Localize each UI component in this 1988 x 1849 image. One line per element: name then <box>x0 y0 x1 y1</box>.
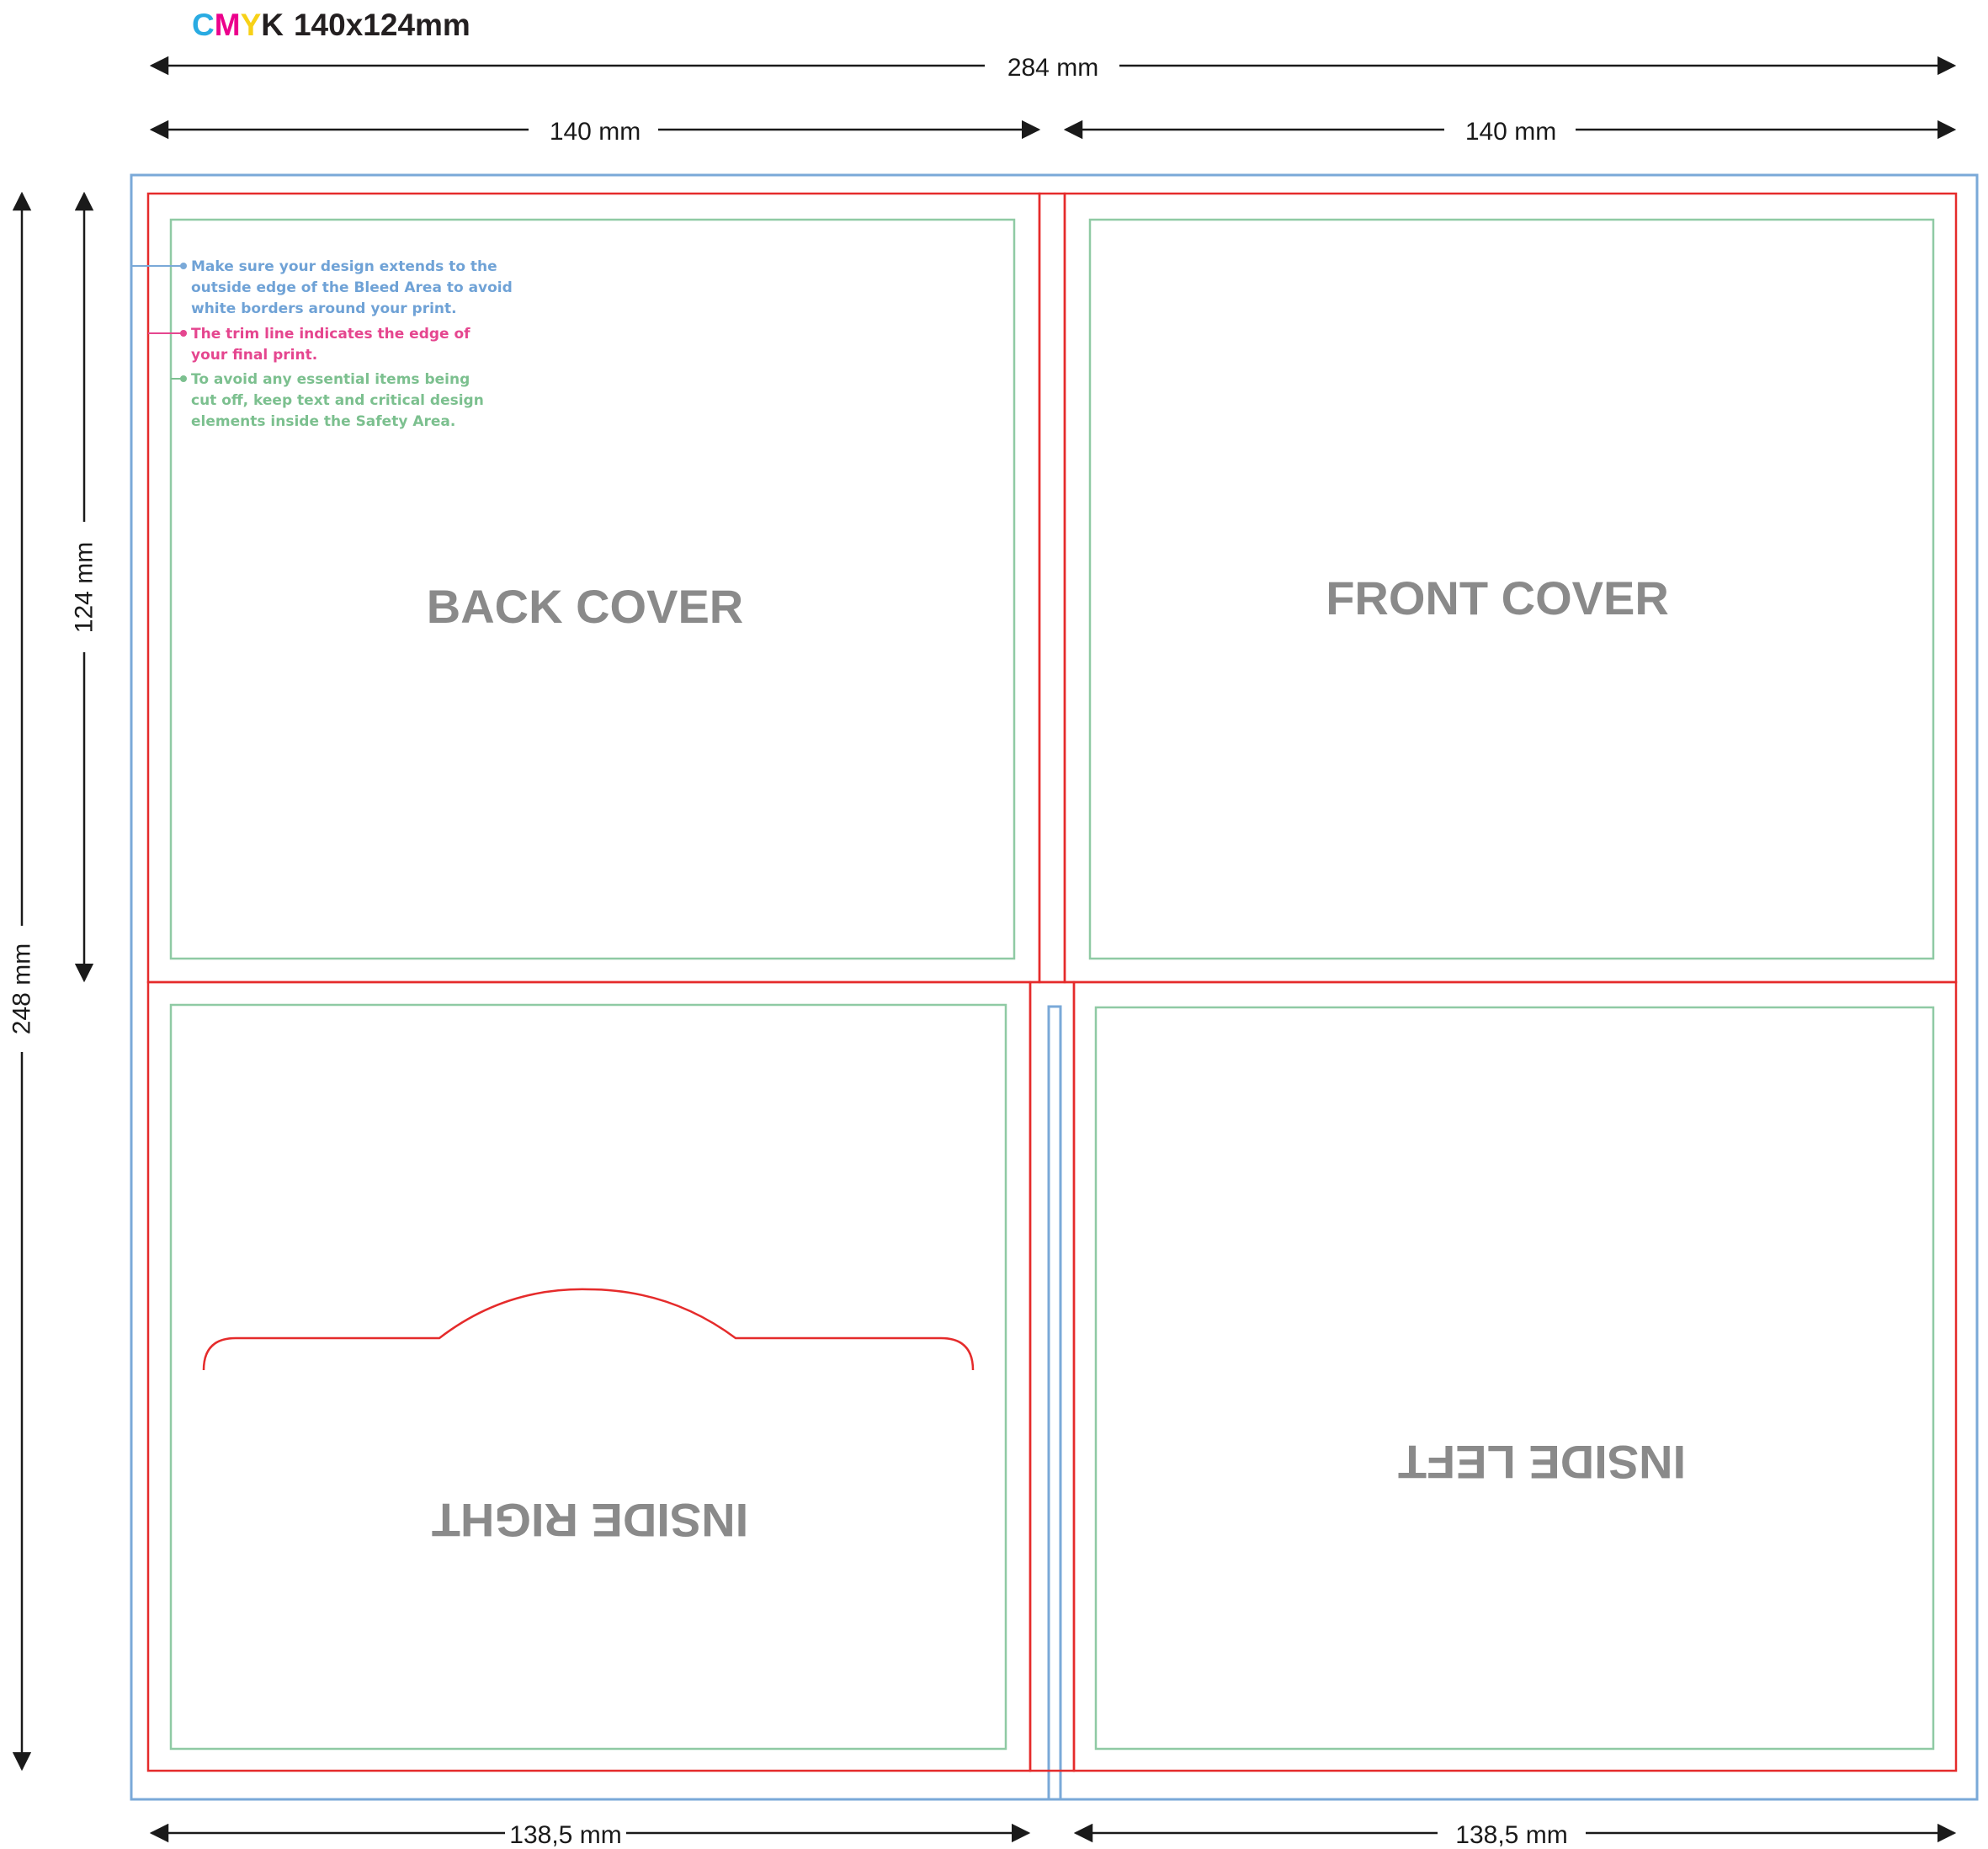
trim-note: The trim line indicates the edge of your… <box>148 326 475 364</box>
back-cover-title: BACK COVER <box>427 580 743 633</box>
bottom-left-dimension: 138,5 mm <box>149 1821 1031 1849</box>
disc-tray-cut-line <box>202 1288 975 1371</box>
total-width-label: 284 mm <box>1007 54 1098 82</box>
svg-text:The trim line indicates the ed: The trim line indicates the edge of your… <box>191 326 475 364</box>
trim-inside-left <box>1072 980 1958 1772</box>
safety-inside-left <box>1094 1006 1935 1751</box>
right-width-label: 140 mm <box>1465 118 1556 146</box>
front-cover-title: FRONT COVER <box>1326 571 1669 624</box>
inside-right-title: INSIDE RIGHT <box>432 1494 748 1547</box>
header-letter-k: K <box>261 8 284 42</box>
trim-inside-right <box>146 980 1032 1772</box>
trim-note-line-1: The trim line indicates the edge of <box>191 326 470 343</box>
svg-text:To avoid any essential items b: To avoid any essential items being cut o… <box>191 371 489 430</box>
header-letter-c: C <box>192 8 215 42</box>
bleed-spine-strip <box>1047 1005 1062 1801</box>
left-width-label: 140 mm <box>550 118 641 146</box>
trim-note-line-2: your final print. <box>191 347 317 364</box>
safety-note: To avoid any essential items being cut o… <box>171 371 489 430</box>
bleed-note-line-2: outside edge of the Bleed Area to avoid <box>191 279 513 296</box>
half-height-label: 124 mm <box>71 542 98 633</box>
total-height-label: 248 mm <box>8 943 36 1034</box>
bleed-note-line-3: white borders around your print. <box>191 300 457 317</box>
trim-lines <box>146 192 1958 1772</box>
svg-text:Make sure your design extends: Make sure your design extends to the out… <box>191 258 518 317</box>
header-label: CMYK 140x124mm <box>192 8 470 42</box>
bottom-left-label: 138,5 mm <box>509 1821 621 1849</box>
header-letter-m: M <box>215 8 241 42</box>
safety-inside-right <box>169 1003 1007 1751</box>
safety-note-line-1: To avoid any essential items being <box>191 371 470 388</box>
header-size-label: 140x124mm <box>294 8 470 42</box>
bottom-right-dimension: 138,5 mm <box>1073 1821 1957 1849</box>
safety-note-line-3: elements inside the Safety Area. <box>191 413 455 430</box>
inside-left-title: INSIDE LEFT <box>1398 1436 1686 1489</box>
bottom-right-label: 138,5 mm <box>1455 1821 1567 1849</box>
safety-note-line-2: cut off, keep text and critical design <box>191 392 484 409</box>
bleed-note: Make sure your design extends to the out… <box>131 258 518 317</box>
total-width-dimension: 284 mm <box>149 54 1957 82</box>
cd-template-diagram: CMYK 140x124mm 284 mm 140 mm 140 mm 248 m… <box>8 8 1979 1849</box>
total-height-dimension: 248 mm <box>8 191 36 1772</box>
half-height-dimension: 124 mm <box>71 191 98 983</box>
header-letter-y: Y <box>241 8 262 42</box>
right-width-dimension: 140 mm <box>1063 118 1957 146</box>
bleed-note-line-1: Make sure your design extends to the <box>191 258 497 275</box>
left-width-dimension: 140 mm <box>149 118 1041 146</box>
trim-spine <box>1038 192 1066 984</box>
trim-center-gap <box>1029 980 1076 1772</box>
